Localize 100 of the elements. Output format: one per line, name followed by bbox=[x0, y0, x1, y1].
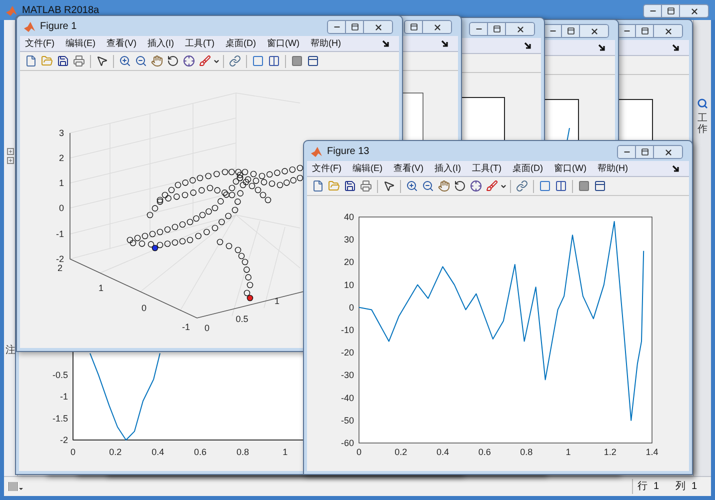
expand-icon[interactable] bbox=[7, 157, 14, 164]
menu-item[interactable]: 窗口(W) bbox=[267, 36, 300, 50]
minimize-button[interactable] bbox=[618, 146, 636, 158]
frame-icon[interactable] bbox=[307, 55, 319, 67]
dock-arrow-icon[interactable] bbox=[672, 164, 680, 172]
colorbar-icon[interactable] bbox=[539, 180, 551, 192]
scatter-point bbox=[182, 192, 188, 198]
tick-label: -0.5 bbox=[52, 370, 68, 380]
zoom-out-icon[interactable] bbox=[422, 180, 434, 192]
scatter-point bbox=[190, 190, 196, 196]
pointer-icon[interactable] bbox=[96, 55, 108, 67]
zoom-out-icon[interactable] bbox=[135, 55, 147, 67]
minimize-button[interactable] bbox=[644, 5, 662, 17]
maximize-button[interactable] bbox=[662, 5, 680, 17]
dock-arrow-icon[interactable] bbox=[441, 40, 449, 48]
close-icon bbox=[432, 22, 442, 32]
maximize-icon bbox=[640, 148, 648, 156]
maximize-button[interactable] bbox=[488, 23, 506, 35]
minimize-button[interactable] bbox=[544, 25, 562, 37]
save-icon[interactable] bbox=[344, 180, 356, 192]
maximize-button[interactable] bbox=[346, 21, 364, 33]
colorbar-icon[interactable] bbox=[252, 55, 264, 67]
close-button[interactable] bbox=[654, 25, 682, 37]
minimize-button[interactable] bbox=[470, 23, 488, 35]
menu-item[interactable]: 帮助(H) bbox=[310, 36, 341, 50]
print-icon[interactable] bbox=[73, 55, 85, 67]
menu-item[interactable]: 工具(T) bbox=[185, 36, 214, 50]
grip-icon[interactable] bbox=[8, 482, 24, 491]
caret-icon[interactable] bbox=[213, 58, 220, 64]
column-label: 列 bbox=[675, 480, 686, 494]
link-icon[interactable] bbox=[229, 55, 241, 67]
hand-icon[interactable] bbox=[151, 55, 163, 67]
brush-icon[interactable] bbox=[199, 55, 211, 67]
menu-item[interactable]: 编辑(E) bbox=[352, 162, 382, 176]
row-value: 1 bbox=[653, 480, 660, 494]
close-button[interactable] bbox=[580, 25, 608, 37]
tick-label: 1 bbox=[274, 296, 280, 306]
close-button[interactable] bbox=[423, 21, 451, 33]
search-icon[interactable] bbox=[697, 98, 708, 109]
print-icon[interactable] bbox=[360, 180, 372, 192]
close-icon bbox=[590, 26, 598, 36]
caret-icon[interactable] bbox=[500, 182, 507, 190]
row-label: 行 bbox=[632, 479, 648, 494]
hand-icon[interactable] bbox=[438, 180, 450, 192]
data-cursor-icon[interactable] bbox=[183, 55, 195, 67]
rotate-icon[interactable] bbox=[167, 55, 179, 67]
close-button[interactable] bbox=[364, 21, 392, 33]
close-button[interactable] bbox=[680, 5, 708, 17]
pointer-icon[interactable] bbox=[383, 180, 395, 192]
maximize-button[interactable] bbox=[405, 21, 423, 33]
new-file-icon[interactable] bbox=[312, 180, 324, 192]
tick-label: -50 bbox=[340, 415, 354, 426]
menu-item[interactable]: 帮助(H) bbox=[598, 162, 628, 176]
tick-label: -40 bbox=[340, 392, 354, 403]
menu-item[interactable]: 查看(V) bbox=[106, 36, 136, 50]
dock-arrow-icon[interactable] bbox=[672, 44, 680, 52]
menu-item[interactable]: 文件(F) bbox=[25, 36, 54, 50]
close-button[interactable] bbox=[506, 23, 534, 35]
expand-icon[interactable] bbox=[7, 148, 14, 155]
tick-label: 1.4 bbox=[646, 447, 658, 457]
close-icon bbox=[664, 148, 672, 156]
new-file-icon[interactable] bbox=[25, 55, 37, 67]
minimize-button[interactable] bbox=[618, 25, 636, 37]
link-icon[interactable] bbox=[516, 180, 528, 192]
square-icon[interactable] bbox=[578, 180, 590, 192]
save-icon[interactable] bbox=[57, 55, 69, 67]
tick-label: 0.8 bbox=[520, 447, 533, 457]
menu-item[interactable]: 工具(T) bbox=[472, 162, 502, 176]
menu-item[interactable]: 插入(I) bbox=[434, 162, 461, 176]
tick-label: -30 bbox=[340, 370, 354, 380]
legend-icon[interactable] bbox=[555, 180, 567, 192]
menu-item[interactable]: 文件(F) bbox=[312, 162, 342, 176]
tick-label: 1.2 bbox=[604, 447, 616, 457]
minimize-button[interactable] bbox=[328, 21, 346, 33]
dock-arrow-icon[interactable] bbox=[382, 40, 390, 48]
menu-item[interactable]: 插入(I) bbox=[148, 36, 174, 50]
menu-item[interactable]: 桌面(D) bbox=[226, 36, 256, 50]
menu-item[interactable]: 查看(V) bbox=[394, 162, 424, 176]
frame-icon[interactable] bbox=[594, 180, 606, 192]
dock-arrow-icon[interactable] bbox=[598, 44, 606, 52]
maximize-button[interactable] bbox=[636, 146, 654, 158]
legend-icon[interactable] bbox=[268, 55, 280, 67]
menu-item[interactable]: 桌面(D) bbox=[512, 162, 543, 176]
zoom-in-icon[interactable] bbox=[119, 55, 131, 67]
close-button[interactable] bbox=[654, 146, 682, 158]
tick-label: -1.5 bbox=[52, 413, 68, 424]
dock-arrow-icon[interactable] bbox=[524, 42, 532, 50]
maximize-button[interactable] bbox=[562, 25, 580, 37]
panel-tab[interactable]: 工作 bbox=[698, 113, 708, 135]
tick-label: 2 bbox=[58, 153, 64, 163]
tick-label: 0.2 bbox=[394, 447, 408, 457]
maximize-button[interactable] bbox=[636, 25, 654, 37]
tick-label: -2 bbox=[60, 435, 68, 445]
menu-item[interactable]: 编辑(E) bbox=[66, 36, 96, 50]
menu-item[interactable]: 窗口(W) bbox=[554, 162, 586, 176]
zoom-in-icon[interactable] bbox=[406, 180, 418, 192]
brush-icon[interactable] bbox=[486, 180, 498, 192]
data-cursor-icon[interactable] bbox=[470, 180, 482, 192]
rotate-icon[interactable] bbox=[454, 180, 466, 192]
square-icon[interactable] bbox=[291, 55, 303, 67]
